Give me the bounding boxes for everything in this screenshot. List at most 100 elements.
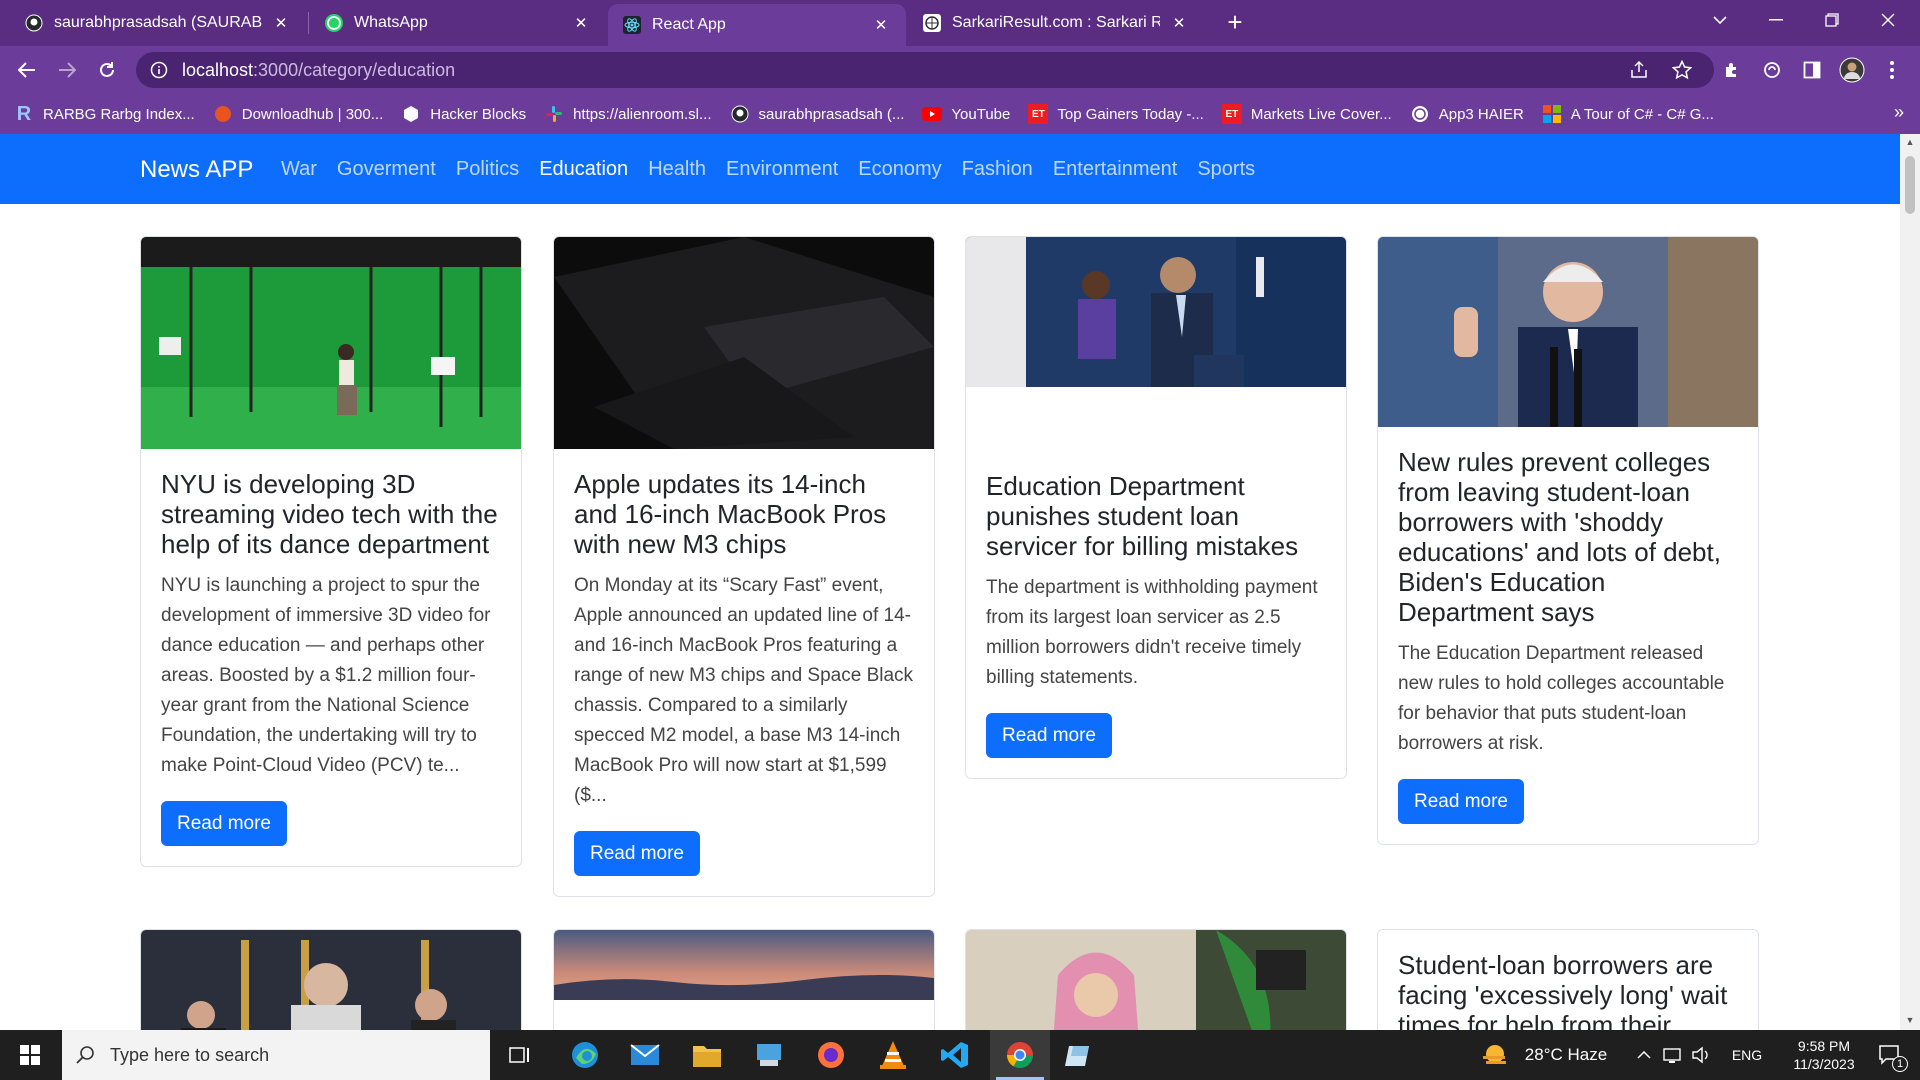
close-icon[interactable]: ✕ [270,12,292,34]
read-more-button[interactable]: Read more [574,831,700,876]
tab-whatsapp[interactable]: WhatsApp ✕ [310,0,606,46]
nav-link-sports[interactable]: Sports [1197,158,1255,181]
url-text: localhost:3000/category/education [182,59,456,80]
close-icon[interactable]: ✕ [870,14,892,36]
bookmark-item[interactable]: ET Markets Live Cover... [1221,104,1392,124]
bookmark-item[interactable]: R RARBG Rarbg Index... [14,103,195,125]
notes-taskbar-icon[interactable] [1054,1030,1104,1080]
extensions-button[interactable] [1716,54,1748,86]
tab-strip: saurabhprasadsah (SAURABH GUPTA) ✕ Whats… [0,0,1920,46]
bookmark-item[interactable]: YouTube [922,104,1010,124]
nav-link-environment[interactable]: Environment [726,158,838,181]
language-indicator[interactable]: ENG [1722,1030,1772,1080]
close-window-button[interactable] [1860,0,1916,40]
bookmark-label: App3 HAIER [1438,105,1524,123]
youtube-icon [922,104,943,124]
close-icon[interactable]: ✕ [570,12,592,34]
scroll-thumb[interactable] [1905,156,1915,214]
page-scrollbar[interactable]: ▲ ▼ [1900,134,1920,1030]
close-icon[interactable]: ✕ [1168,12,1190,34]
side-panel-button[interactable] [1796,54,1828,86]
avatar [1839,57,1865,83]
network-icon[interactable] [1660,1030,1686,1080]
nav-link-economy[interactable]: Economy [858,158,941,181]
puzzle-icon [1726,63,1736,77]
bookmark-item[interactable]: Downloadhub | 300... [213,104,383,124]
article-image [554,237,934,449]
menu-button[interactable] [1876,54,1908,86]
microsoft-icon [1542,104,1562,124]
clock-date: 11/3/2023 [1793,1056,1855,1072]
article-description: The Education Department released new ru… [1398,643,1725,754]
nav-link-health[interactable]: Health [648,158,706,181]
nav-link-fashion[interactable]: Fashion [962,158,1033,181]
article-title[interactable]: New rules prevent colleges from leaving … [1398,447,1738,627]
vscode-taskbar-icon[interactable] [930,1030,980,1080]
extension-button[interactable] [1756,54,1788,86]
file-explorer-taskbar-icon[interactable] [682,1030,732,1080]
task-view-button[interactable] [500,1030,540,1080]
mail-taskbar-icon[interactable] [620,1030,670,1080]
info-icon[interactable] [150,61,168,79]
tab-search-button[interactable] [1692,0,1748,40]
article-image [554,930,934,1000]
share-icon[interactable] [1630,61,1650,79]
page-viewport: News APP War Goverment Politics Educatio… [0,134,1900,1030]
profile-button[interactable] [1836,54,1868,86]
nav-link-war[interactable]: War [281,158,317,181]
restore-button[interactable] [1804,0,1860,40]
reload-button[interactable] [91,54,123,86]
bookmark-item[interactable]: Hacker Blocks [401,104,526,124]
brand-link[interactable]: News APP [140,156,253,184]
scroll-down-icon[interactable]: ▼ [1905,1015,1915,1025]
nav-link-politics[interactable]: Politics [456,158,519,181]
back-button[interactable] [11,54,43,86]
star-icon[interactable] [1672,60,1692,80]
nav-link-entertainment[interactable]: Entertainment [1053,158,1178,181]
article-title[interactable]: Apple updates its 14-inch and 16-inch Ma… [574,469,914,559]
bookmark-item[interactable]: App3 HAIER [1410,104,1524,124]
taskbar-search[interactable]: Type here to search [62,1030,490,1080]
article-title[interactable]: Student-loan borrowers are facing 'exces… [1398,950,1738,1030]
article-title[interactable]: NYU is developing 3D streaming video tec… [161,469,501,559]
start-button[interactable] [0,1030,60,1080]
bookmark-item[interactable]: ET Top Gainers Today -... [1028,104,1204,124]
weather-icon[interactable] [1478,1030,1514,1080]
speaker-icon[interactable] [1688,1030,1714,1080]
weather-text[interactable]: 28°C Haze [1520,1030,1612,1080]
firefox-taskbar-icon[interactable] [806,1030,856,1080]
minimize-button[interactable] [1748,0,1804,40]
chrome-taskbar-icon[interactable] [990,1030,1050,1080]
notifications-button[interactable]: 1 [1870,1030,1910,1080]
nav-link-education[interactable]: Education [539,158,628,181]
bookmark-item[interactable]: A Tour of C# - C# G... [1542,104,1714,124]
vlc-taskbar-icon[interactable] [868,1030,918,1080]
read-more-button[interactable]: Read more [161,801,287,846]
tab-github[interactable]: saurabhprasadsah (SAURABH GUPTA) ✕ [10,0,306,46]
read-more-button[interactable]: Read more [1398,779,1524,824]
downloadhub-icon [213,104,233,124]
browser-toolbar: localhost:3000/category/education [0,46,1920,94]
bookmark-item[interactable]: https://alienroom.sl... [544,104,712,124]
globe-icon [1410,104,1430,124]
address-bar[interactable]: localhost:3000/category/education [136,52,1714,88]
bookmark-item[interactable]: saurabhprasadsah (... [730,104,904,124]
read-more-button[interactable]: Read more [986,713,1112,758]
clock[interactable]: 9:58 PM 11/3/2023 [1774,1030,1874,1080]
new-tab-button[interactable]: + [1220,8,1250,38]
tab-title: WhatsApp [354,14,428,31]
app-taskbar-icon[interactable] [744,1030,794,1080]
nav-link-goverment[interactable]: Goverment [337,158,436,181]
nav-links: War Goverment Politics Education Health … [281,158,1275,181]
forward-button[interactable] [51,54,83,86]
arrow-left-icon [18,62,35,78]
article-title[interactable]: Education Department punishes student lo… [986,471,1326,561]
chevron-double-right-icon[interactable]: » [1894,102,1904,123]
chevron-up-icon[interactable] [1632,1030,1656,1080]
news-card [140,929,522,1030]
tab-react-app[interactable]: React App ✕ [608,4,906,46]
edge-taskbar-icon[interactable] [560,1030,610,1080]
scroll-up-icon[interactable]: ▲ [1905,137,1915,147]
tab-sarkariresult[interactable]: SarkariResult.com : Sarkari Result ✕ [908,0,1204,46]
github-icon [730,104,750,124]
